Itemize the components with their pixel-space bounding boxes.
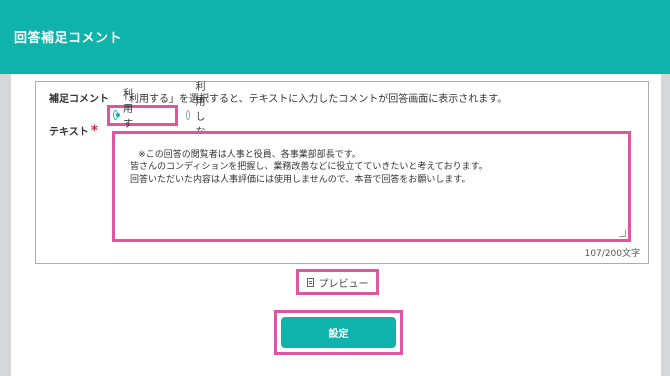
required-mark: * <box>90 123 99 139</box>
page-title: 回答補足コメント <box>14 31 123 46</box>
settings-panel: 補足コメント 「利用する」を選択すると、テキストに入力したコメントが回答画面に表… <box>11 74 661 376</box>
page-header: 回答補足コメント <box>0 0 670 74</box>
character-counter: 107/200文字 <box>584 249 640 259</box>
comment-textarea[interactable]: ※この回答の閲覧者は人事と役員、各事業部部長です。 皆さんのコンディションを把握… <box>112 131 631 242</box>
radio-use[interactable]: 利用する <box>113 89 138 145</box>
radio-unselected-icon <box>186 110 191 120</box>
supplement-description: 「利用する」を選択すると、テキストに入力したコメントが回答画面に表示されます。 <box>119 94 508 105</box>
radio-not-use[interactable]: 利用しない <box>186 82 211 153</box>
text-label-text: テキスト <box>49 127 89 138</box>
radio-selected-icon <box>113 110 120 120</box>
submit-highlight: 設定 <box>274 310 403 355</box>
document-icon <box>306 277 314 287</box>
comment-form: 補足コメント 「利用する」を選択すると、テキストに入力したコメントが回答画面に表… <box>35 81 649 264</box>
text-label: テキスト * <box>49 123 98 139</box>
supplement-comment-label: 補足コメント <box>49 94 109 105</box>
preview-label: プレビュー <box>318 278 369 290</box>
submit-button[interactable]: 設定 <box>281 317 396 348</box>
resize-handle-icon[interactable] <box>619 230 626 237</box>
preview-button[interactable]: プレビュー <box>296 269 379 295</box>
comment-text: ※この回答の閲覧者は人事と役員、各事業部部長です。 皆さんのコンディションを把握… <box>130 149 488 185</box>
